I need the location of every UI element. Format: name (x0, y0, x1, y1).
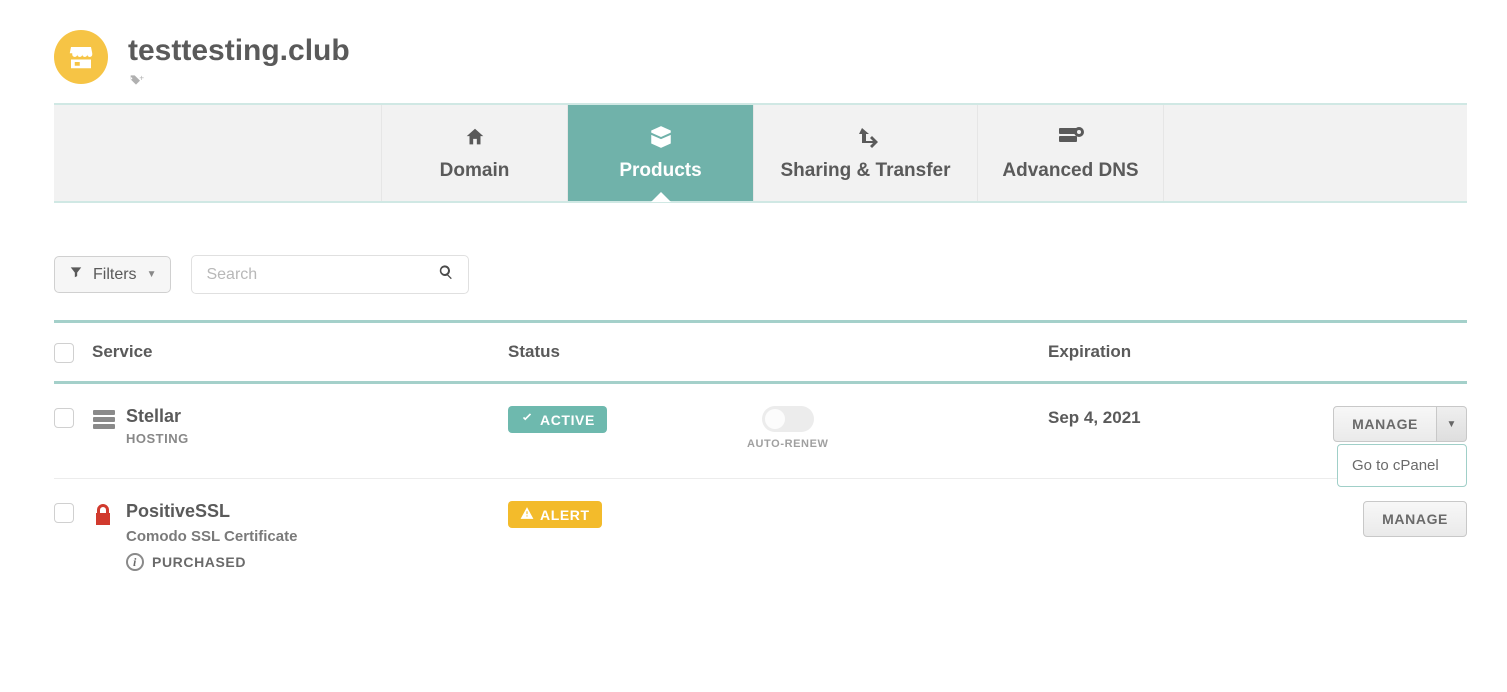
transfer-icon (852, 124, 880, 150)
column-status: Status (508, 342, 1048, 362)
tab-bar: Domain Products Sharing & Transfer Advan… (54, 103, 1467, 203)
tab-label: Domain (440, 160, 510, 182)
domain-title: testtesting.club (128, 30, 350, 67)
tab-spacer (1164, 105, 1467, 201)
table-row: PositiveSSL Comodo SSL Certificate i PUR… (54, 479, 1467, 599)
column-service: Service (92, 342, 508, 362)
select-all-checkbox[interactable] (54, 343, 74, 363)
auto-renew-label: AUTO-RENEW (747, 438, 829, 450)
tab-advanced-dns[interactable]: Advanced DNS (978, 105, 1164, 201)
manage-button[interactable]: MANAGE (1333, 406, 1437, 442)
info-icon[interactable]: i (126, 553, 144, 571)
server-gear-icon (1057, 124, 1085, 150)
tab-sharing-transfer[interactable]: Sharing & Transfer (754, 105, 978, 201)
status-label: ALERT (540, 507, 590, 523)
status-label: ACTIVE (540, 412, 595, 428)
tab-spacer (54, 105, 382, 201)
alert-icon (520, 506, 534, 523)
filters-button[interactable]: Filters ▼ (54, 256, 171, 293)
service-description: Comodo SSL Certificate (126, 528, 297, 545)
page-header: testtesting.club + (54, 30, 1467, 91)
check-icon (520, 411, 534, 428)
filters-label: Filters (93, 266, 137, 284)
controls-row: Filters ▼ (54, 255, 1467, 294)
store-icon (54, 30, 108, 84)
box-icon (648, 124, 674, 150)
column-expiration: Expiration (1048, 342, 1298, 362)
table-row: Stellar HOSTING ACTIVE AUTO-RENEW (54, 384, 1467, 479)
tab-domain[interactable]: Domain (382, 105, 568, 201)
service-name: Stellar (126, 406, 189, 427)
row-checkbox[interactable] (54, 503, 74, 523)
chevron-down-icon: ▼ (1447, 419, 1457, 430)
tab-label: Sharing & Transfer (781, 160, 951, 182)
tag-add-icon[interactable]: + (128, 73, 144, 89)
status-badge: ACTIVE (508, 406, 607, 433)
auto-renew-toggle[interactable] (762, 406, 814, 432)
tab-products[interactable]: Products (568, 105, 754, 201)
status-badge: ALERT (508, 501, 602, 528)
tab-label: Products (619, 160, 701, 182)
svg-text:+: + (139, 74, 144, 83)
hosting-icon (92, 408, 116, 432)
expiration-date: Sep 4, 2021 (1048, 406, 1298, 428)
manage-dropdown-toggle[interactable]: ▼ (1437, 406, 1467, 442)
search-icon[interactable] (438, 264, 454, 285)
products-table: Service Status Expiration Stellar HOSTIN… (54, 320, 1467, 599)
service-name: PositiveSSL (126, 501, 297, 522)
row-checkbox[interactable] (54, 408, 74, 428)
home-icon (464, 124, 486, 150)
ssl-lock-icon (92, 503, 116, 527)
purchased-label: PURCHASED (152, 554, 246, 570)
table-header: Service Status Expiration (54, 320, 1467, 384)
search-box[interactable] (191, 255, 469, 294)
chevron-down-icon: ▼ (147, 269, 157, 280)
manage-button[interactable]: MANAGE (1363, 501, 1467, 537)
filter-icon (69, 265, 83, 284)
tab-label: Advanced DNS (1002, 160, 1138, 182)
search-input[interactable] (206, 266, 438, 284)
service-subtype: HOSTING (126, 431, 189, 446)
